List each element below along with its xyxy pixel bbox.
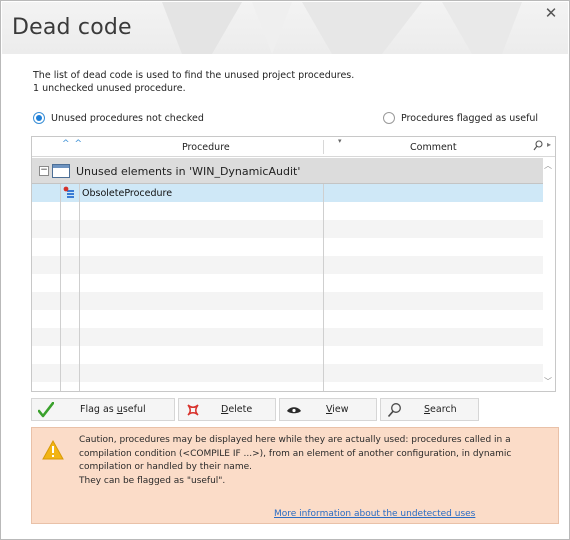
delete-button[interactable]: Delete <box>178 398 276 421</box>
procedure-icon <box>63 186 74 198</box>
delete-label: Delete <box>221 404 253 415</box>
dead-code-window: Dead code ✕ The list of dead code is use… <box>0 0 570 540</box>
collapse-icon[interactable]: − <box>39 166 49 176</box>
radio-unused-procedures[interactable]: Unused procedures not checked <box>33 110 204 126</box>
title-bar: Dead code ✕ <box>2 2 568 54</box>
eye-icon <box>287 407 301 414</box>
more-information-link[interactable]: More information about the undetected us… <box>274 509 475 519</box>
delete-icon <box>187 404 199 416</box>
column-divider <box>60 184 61 391</box>
flag-as-useful-button[interactable]: Flag as useful <box>31 398 175 421</box>
view-button[interactable]: View <box>279 398 377 421</box>
column-sort-icon[interactable]: ▾ <box>338 137 342 145</box>
chevron-right-icon[interactable]: ▸ <box>547 140 551 149</box>
checkmark-icon <box>38 402 54 418</box>
close-icon[interactable]: ✕ <box>542 4 560 22</box>
radio-flagged-label: Procedures flagged as useful <box>401 112 539 124</box>
description: The list of dead code is used to find th… <box>33 69 533 95</box>
column-header-comment[interactable]: Comment <box>410 142 457 153</box>
radio-unused-label: Unused procedures not checked <box>51 112 204 124</box>
window-title: Dead code <box>12 15 132 40</box>
search-label: Search <box>424 404 457 415</box>
table-header: ^^ Procedure ▾ Comment ▸ <box>32 137 555 157</box>
radio-checked-icon[interactable] <box>33 112 45 124</box>
group-label: Unused elements in 'WIN_DynamicAudit' <box>76 165 301 178</box>
group-row[interactable]: − Unused elements in 'WIN_DynamicAudit' <box>32 158 543 184</box>
description-line-1: The list of dead code is used to find th… <box>33 70 355 81</box>
dead-code-table: ^^ Procedure ▾ Comment ▸ − Unused elemen… <box>31 136 556 392</box>
radio-unchecked-icon[interactable] <box>383 112 395 124</box>
vertical-scrollbar[interactable]: ︿ ﹀ <box>543 158 555 391</box>
scroll-down-icon[interactable]: ﹀ <box>544 376 552 387</box>
search-button[interactable]: Search <box>380 398 479 421</box>
column-divider <box>79 184 80 391</box>
column-separator[interactable] <box>323 140 324 154</box>
warning-text: Caution, procedures may be displayed her… <box>79 434 549 488</box>
column-divider <box>323 184 324 391</box>
description-line-2: 1 unchecked unused procedure. <box>33 83 186 94</box>
view-label: View <box>326 404 349 415</box>
warning-text-flag: They can be flagged as "useful". <box>79 475 226 486</box>
warning-icon <box>42 440 64 460</box>
warning-panel: Caution, procedures may be displayed her… <box>31 427 559 524</box>
column-header-procedure[interactable]: Procedure <box>182 142 230 153</box>
scroll-up-icon[interactable]: ︿ <box>544 160 552 171</box>
procedure-cell[interactable]: ObsoleteProcedure <box>82 188 172 199</box>
warning-text-main: Caution, procedures may be displayed her… <box>79 435 512 472</box>
window-icon <box>52 164 70 178</box>
radio-flagged-procedures[interactable]: Procedures flagged as useful <box>383 110 538 126</box>
empty-rows <box>32 202 543 391</box>
magnifier-icon <box>387 403 401 418</box>
sort-arrow-icon[interactable]: ^^ <box>62 139 87 149</box>
search-icon[interactable] <box>533 140 543 152</box>
flag-as-useful-label: Flag as useful <box>80 404 146 415</box>
